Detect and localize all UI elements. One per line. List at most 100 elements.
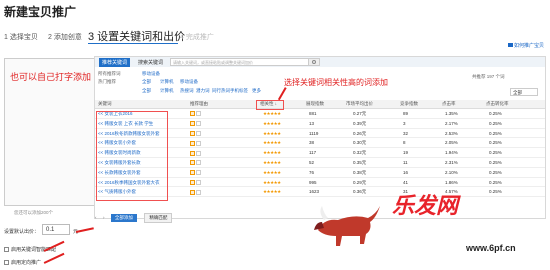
- reason-icons: [190, 160, 202, 166]
- recommend-count: 共推荐 197 个词: [472, 74, 505, 79]
- cvr: 0.25%: [489, 130, 502, 136]
- impressions: 52: [309, 160, 315, 165]
- filter-option[interactable]: 计算机: [160, 88, 174, 94]
- bull-logo: [314, 206, 380, 246]
- col-ctr[interactable]: 点击率: [442, 101, 456, 109]
- competition: 89: [403, 111, 409, 116]
- hot-icon: [190, 170, 195, 176]
- col-impressions[interactable]: 展现指数: [306, 101, 324, 109]
- competition: 41: [403, 179, 409, 185]
- tag-icon: [196, 130, 201, 136]
- step-1: 1 选择宝贝: [4, 34, 38, 41]
- col-reason[interactable]: 推荐理由: [190, 101, 208, 109]
- table-footer: ‹ › 全部添加 精确匹配: [95, 206, 173, 223]
- avg-bid: 0.26元: [353, 130, 367, 136]
- search-icon: [312, 60, 316, 64]
- avg-bid: 0.29元: [353, 179, 367, 185]
- filter-option[interactable]: 热搜词: [180, 88, 194, 94]
- reason-icons: [190, 130, 202, 136]
- col-keyword[interactable]: 关键词: [98, 101, 112, 109]
- ctr: 1.35%: [445, 111, 458, 116]
- hot-icon: [190, 111, 195, 117]
- hot-icon: [190, 150, 195, 156]
- step-4: 4 完成推广: [180, 34, 214, 41]
- tab-recommended[interactable]: 推荐关键词: [99, 58, 131, 67]
- checkbox-icon: [4, 260, 9, 266]
- filter-option[interactable]: 同行热词: [212, 88, 230, 94]
- ctr: 2.31%: [445, 160, 458, 165]
- impressions: 117: [309, 150, 317, 156]
- ctr: 1.86%: [445, 179, 458, 185]
- cvr: 0.25%: [489, 140, 502, 146]
- filter-option[interactable]: 全部: [142, 79, 151, 85]
- help-link[interactable]: 如何推广宝贝: [507, 42, 544, 49]
- keyword-tabbar: 推荐关键词 搜索关键词: [95, 57, 545, 67]
- filter-option[interactable]: 移动设备: [142, 71, 160, 77]
- tag-icon: [196, 121, 201, 127]
- search-button[interactable]: [308, 58, 320, 66]
- cvr: 0.25%: [489, 179, 502, 185]
- impressions: 76: [309, 169, 315, 175]
- tag-icon: [196, 160, 201, 166]
- filter-label-hot: 热门推荐: [98, 79, 116, 84]
- col-competition[interactable]: 竞争指数: [400, 101, 418, 109]
- reason-icons: [190, 189, 202, 195]
- filter-option[interactable]: 移动设备: [180, 79, 198, 85]
- competition: 11: [403, 160, 408, 165]
- arrow-to-bid: [75, 227, 94, 233]
- avg-bid: 0.30元: [353, 140, 367, 146]
- avg-bid: 0.32元: [353, 150, 367, 156]
- impressions: 1623: [309, 189, 320, 195]
- keyword-highlight-box: [96, 111, 168, 201]
- filter-option[interactable]: 全部: [142, 88, 151, 94]
- relevance-stars: ★★★★★: [263, 179, 281, 185]
- impressions: 995: [309, 179, 317, 185]
- avg-bid: 0.35元: [353, 160, 367, 165]
- hot-icon: [190, 189, 195, 195]
- hot-icon: [190, 179, 195, 185]
- add-all-button[interactable]: 全部添加: [110, 214, 137, 222]
- ctr: 2.10%: [445, 169, 458, 175]
- active-step-underline: [88, 43, 178, 44]
- col-avg-bid[interactable]: 市场平均出价: [346, 101, 373, 109]
- tag-icon: [196, 179, 201, 185]
- tag-icon: [196, 111, 201, 117]
- competition: 32: [403, 130, 409, 136]
- relevance-stars: ★★★★★: [263, 169, 281, 175]
- competition: 8: [403, 140, 406, 146]
- relevance-highlight-box: [256, 100, 284, 110]
- hot-icon: [190, 140, 195, 146]
- col-cvr[interactable]: 点击转化率: [486, 101, 509, 109]
- remaining-count: 您还可以添加200个: [14, 210, 54, 215]
- filter-option[interactable]: 计算机: [160, 79, 174, 85]
- tag-icon: [196, 170, 201, 176]
- targeting-checkbox[interactable]: 启用定向推广: [4, 259, 41, 266]
- page-next-icon[interactable]: ›: [103, 215, 105, 220]
- page-prev-icon[interactable]: ‹: [95, 215, 97, 220]
- cvr: 0.25%: [489, 150, 502, 156]
- watermark-url: www.6pf.cn: [466, 243, 516, 253]
- reason-icons: [190, 170, 202, 176]
- competition: 3: [403, 120, 406, 126]
- filter-more[interactable]: 更多: [252, 88, 261, 94]
- impressions: 38: [309, 140, 315, 146]
- exact-match-button[interactable]: 精确匹配: [144, 213, 173, 223]
- ctr: 2.17%: [445, 120, 458, 126]
- tab-search[interactable]: 搜索关键词: [135, 58, 166, 67]
- reason-icons: [190, 140, 202, 146]
- cvr: 0.25%: [489, 189, 502, 195]
- tag-icon: [196, 140, 201, 146]
- relevance-stars: ★★★★★: [263, 189, 281, 195]
- step-indicator: 1 选择宝贝 2 添加创意 3 设置关键词和出价 4 完成推广: [0, 26, 550, 44]
- default-bid-input[interactable]: 0.1: [42, 224, 70, 235]
- sort-select[interactable]: 全部: [510, 88, 538, 96]
- relevance-stars: ★★★★★: [263, 150, 281, 156]
- avg-bid: 0.36元: [353, 189, 367, 195]
- filter-option[interactable]: 潜力词: [196, 88, 210, 94]
- impressions: 13: [309, 120, 315, 126]
- keyword-search-input[interactable]: 请输入关键词，或直接粘贴或调整关键词加价: [170, 58, 310, 66]
- cvr: 0.25%: [489, 160, 502, 165]
- competition: 16: [403, 169, 409, 175]
- filter-option[interactable]: 手机标签: [230, 88, 248, 94]
- impressions: 881: [309, 111, 317, 116]
